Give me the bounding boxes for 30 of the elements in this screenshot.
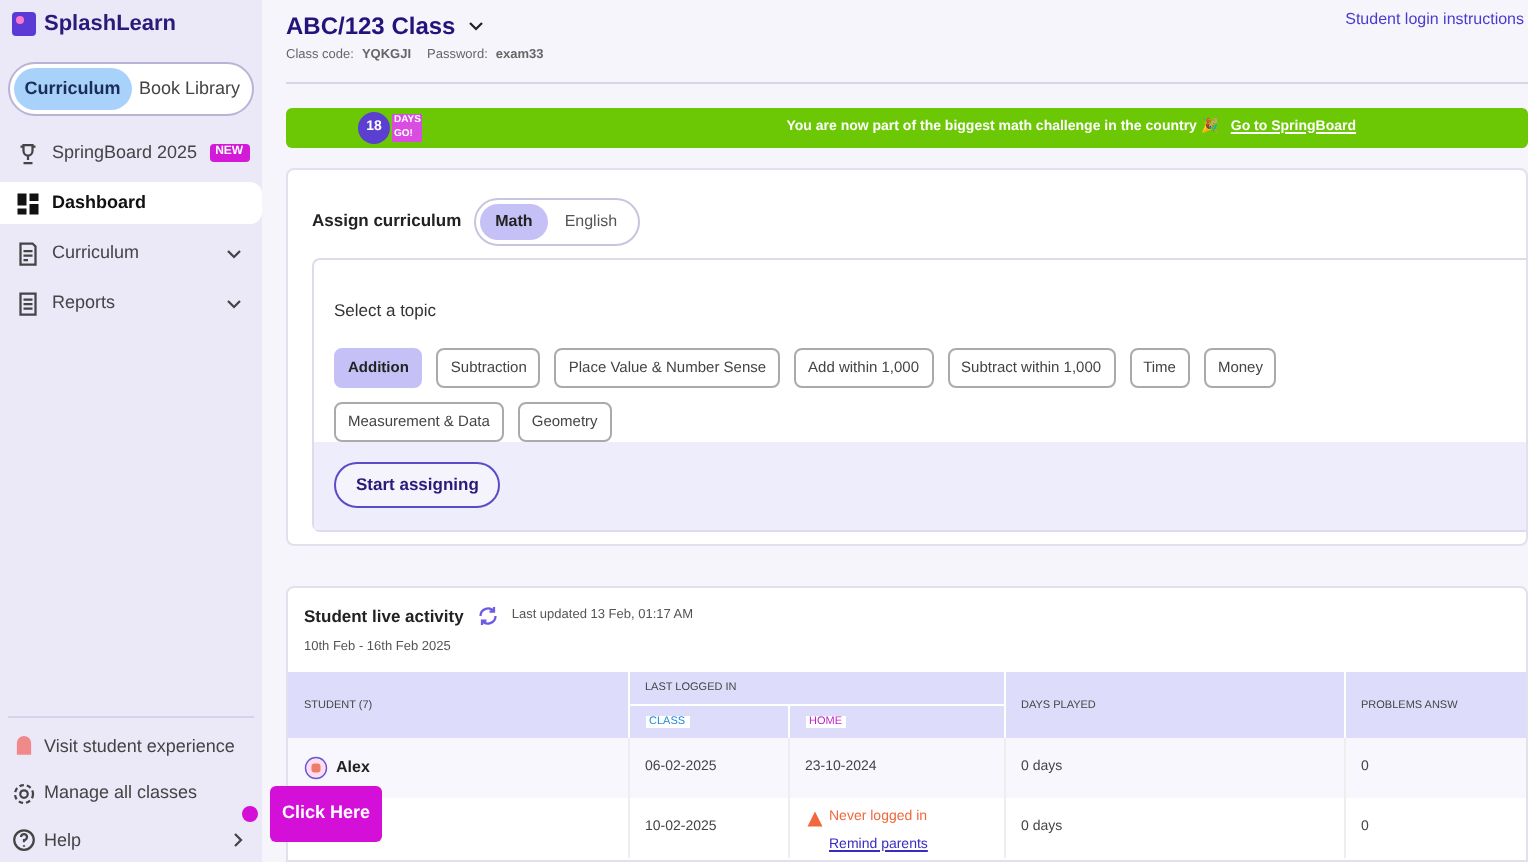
nav-item[interactable]: Dashboard bbox=[0, 182, 262, 224]
avatar-icon bbox=[304, 756, 328, 781]
switch-tab[interactable]: Curriculum bbox=[14, 67, 131, 110]
student-icon bbox=[12, 734, 36, 759]
sidebar-link[interactable]: Visit student experience bbox=[0, 733, 262, 760]
subject-tab[interactable]: English bbox=[548, 203, 634, 240]
report-icon bbox=[16, 291, 40, 315]
start-assigning-button[interactable]: Start assigning bbox=[334, 462, 501, 509]
dashboard-icon bbox=[16, 191, 40, 215]
logo-text: SplashLearn bbox=[44, 10, 177, 40]
sidebar-link[interactable]: Manage all classes bbox=[0, 780, 262, 807]
nav-item[interactable]: Reports bbox=[0, 282, 262, 324]
document-icon bbox=[16, 241, 40, 265]
settings-icon bbox=[12, 781, 36, 806]
click-here-callout[interactable]: Click Here bbox=[270, 786, 383, 841]
switch-tab[interactable]: Book Library bbox=[131, 67, 248, 110]
help-icon bbox=[12, 828, 36, 853]
logo-icon bbox=[12, 12, 36, 37]
student-name: Alex bbox=[336, 756, 370, 781]
subject-tab[interactable]: Math bbox=[479, 203, 549, 240]
refresh-icon bbox=[475, 604, 500, 629]
assign-title: Assign curriculum bbox=[312, 208, 462, 235]
class-title: ABC/123 Class bbox=[286, 10, 456, 44]
topic-title: Select a topic bbox=[334, 299, 437, 320]
login-instructions-link[interactable]: Student login instructions bbox=[1345, 8, 1524, 32]
warning-icon bbox=[805, 810, 823, 828]
nav-item[interactable]: Curriculum bbox=[0, 232, 262, 274]
trophy-icon bbox=[16, 141, 40, 165]
sidebar-link[interactable]: Help bbox=[0, 827, 262, 854]
activity-title: Student live activity bbox=[304, 603, 464, 629]
